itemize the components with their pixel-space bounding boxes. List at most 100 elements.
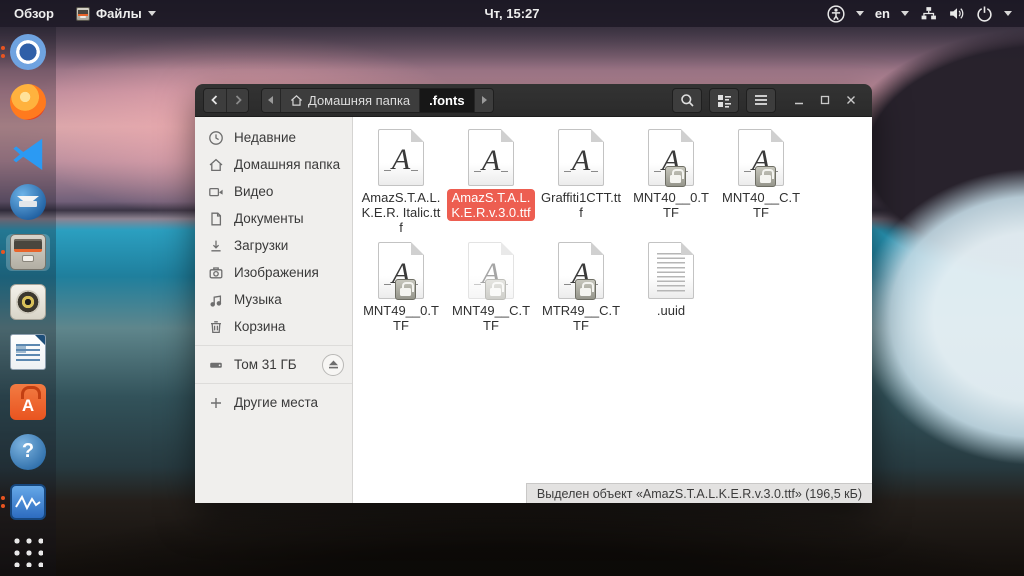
font-file-icon: A — [378, 128, 424, 186]
file-name: AmazS.T.A.L.K.E.R. Italic.ttf — [361, 189, 441, 235]
sidebar-item-pictures[interactable]: Изображения — [195, 259, 352, 286]
dock-item-vscode[interactable] — [6, 134, 50, 171]
hamburger-icon — [755, 95, 767, 105]
lock-emblem-icon — [575, 279, 596, 300]
system-monitor-icon — [10, 483, 46, 520]
file-name: MNT40__C.TTF — [721, 190, 801, 221]
minimize-button[interactable] — [786, 87, 812, 113]
help-icon: ? — [10, 433, 46, 470]
chevron-down-icon — [147, 11, 156, 16]
chevron-down-icon — [855, 11, 864, 16]
chromium-icon — [10, 34, 46, 71]
chevron-down-icon — [1004, 11, 1012, 16]
dock-item-ubuntu-software[interactable]: A — [6, 383, 50, 420]
sidebar-item-music[interactable]: Музыка — [195, 286, 352, 313]
file-item[interactable]: A MNT49__0.TTF — [356, 236, 446, 349]
file-item[interactable]: A AmazS.T.A.L.K.E.R. Italic.ttf — [356, 123, 446, 236]
view-toggle-button[interactable] — [709, 87, 739, 113]
sidebar-item-trash[interactable]: Корзина — [195, 313, 352, 340]
sidebar-label: Недавние — [234, 130, 297, 145]
file-item[interactable]: A Graffiti1CTT.ttf — [536, 123, 626, 236]
music-icon — [210, 294, 222, 307]
file-name: MTR49__C.TTF — [541, 303, 621, 334]
places-sidebar: Недавние Домашняя папка Видео Документы … — [195, 117, 353, 503]
sidebar-label: Другие места — [234, 395, 319, 410]
dock-item-show-applications[interactable] — [6, 533, 50, 570]
trash-icon — [211, 320, 221, 333]
sidebar-label: Корзина — [234, 319, 286, 334]
status-text: Выделен объект «AmazS.T.A.L.K.E.R.v.3.0.… — [536, 486, 862, 501]
search-button[interactable] — [672, 87, 702, 113]
accessibility-menu[interactable] — [827, 4, 845, 23]
sidebar-label: Домашняя папка — [234, 157, 341, 172]
path-segment-home[interactable]: Домашняя папка — [280, 88, 420, 112]
file-manager-window: Домашняя папка .fonts Недавние Домашняя … — [195, 84, 872, 503]
power-icon[interactable] — [976, 5, 993, 22]
dock-item-thunderbird[interactable] — [6, 184, 50, 221]
file-name: AmazS.T.A.L.K.E.R.v.3.0.ttf — [447, 189, 535, 222]
file-item[interactable]: .uuid — [626, 236, 716, 349]
file-name: .uuid — [656, 303, 686, 318]
volume-icon[interactable] — [948, 5, 965, 22]
video-icon — [209, 187, 223, 196]
software-letter: A — [21, 395, 35, 415]
dock: A ? — [0, 27, 56, 576]
file-name: MNT49__C.TTF — [451, 303, 531, 334]
path-segment-current[interactable]: .fonts — [419, 88, 474, 112]
dock-item-files[interactable] — [1, 233, 50, 271]
path-bar: Домашняя папка .fonts — [261, 87, 494, 113]
file-item[interactable]: A MTR49__C.TTF — [536, 236, 626, 349]
dock-item-rhythmbox[interactable] — [6, 283, 50, 321]
sidebar-label: Видео — [234, 184, 274, 199]
path-scroll-left[interactable] — [262, 88, 280, 112]
dock-item-firefox[interactable] — [6, 84, 50, 121]
lock-emblem-icon — [665, 166, 686, 187]
file-view[interactable]: A AmazS.T.A.L.K.E.R. Italic.ttf A AmazS.… — [353, 117, 872, 503]
text-file-icon — [648, 242, 694, 299]
sidebar-label: Загрузки — [234, 238, 289, 253]
menu-button[interactable] — [746, 87, 776, 113]
sidebar-item-volume[interactable]: Том 31 ГБ — [195, 351, 352, 378]
app-menu-label: Файлы — [96, 6, 142, 21]
sidebar-item-video[interactable]: Видео — [195, 178, 352, 205]
sidebar-item-downloads[interactable]: Загрузки — [195, 232, 352, 259]
language-indicator[interactable]: en — [875, 6, 890, 21]
sidebar-item-other-locations[interactable]: Другие места — [195, 389, 352, 416]
icon-grid: A AmazS.T.A.L.K.E.R. Italic.ttf A AmazS.… — [353, 117, 872, 349]
minimize-icon — [795, 102, 803, 105]
sidebar-separator — [195, 383, 352, 384]
rhythmbox-icon — [10, 283, 46, 320]
file-item[interactable]: A MNT40__0.TTF — [626, 123, 716, 236]
sidebar-item-home[interactable]: Домашняя папка — [195, 151, 352, 178]
pictures-icon — [209, 266, 223, 278]
file-item[interactable]: A MNT49__C.TTF — [446, 236, 536, 349]
dock-item-help[interactable]: ? — [6, 433, 50, 470]
volume-label: Том 31 ГБ — [234, 357, 297, 372]
lock-emblem-icon — [755, 166, 776, 187]
activities-button[interactable]: Обзор — [14, 6, 54, 21]
clock[interactable]: Чт, 15:27 — [485, 6, 540, 21]
close-button[interactable] — [838, 87, 864, 113]
sidebar-item-recent[interactable]: Недавние — [195, 124, 352, 151]
maximize-button[interactable] — [812, 87, 838, 113]
network-icon[interactable] — [920, 5, 937, 22]
eject-icon — [328, 360, 338, 369]
file-item-selected[interactable]: A AmazS.T.A.L.K.E.R.v.3.0.ttf — [446, 123, 536, 236]
sidebar-item-documents[interactable]: Документы — [195, 205, 352, 232]
dock-item-chromium[interactable] — [1, 34, 50, 71]
help-question-mark: ? — [21, 440, 35, 463]
app-menu-button[interactable]: Файлы — [76, 6, 156, 21]
dock-item-system-monitor[interactable] — [1, 483, 50, 520]
forward-button[interactable] — [226, 88, 248, 112]
file-item[interactable]: A MNT40__C.TTF — [716, 123, 806, 236]
eject-button[interactable] — [322, 353, 344, 376]
sidebar-label: Изображения — [234, 265, 319, 280]
path-scroll-right[interactable] — [473, 88, 493, 112]
files-icon — [10, 234, 46, 271]
font-file-icon: A — [558, 129, 604, 186]
documents-icon — [211, 212, 222, 225]
back-button[interactable] — [204, 88, 226, 112]
sidebar-label: Документы — [234, 211, 304, 226]
dock-item-libreoffice-writer[interactable] — [6, 333, 50, 370]
recent-icon — [209, 130, 223, 145]
